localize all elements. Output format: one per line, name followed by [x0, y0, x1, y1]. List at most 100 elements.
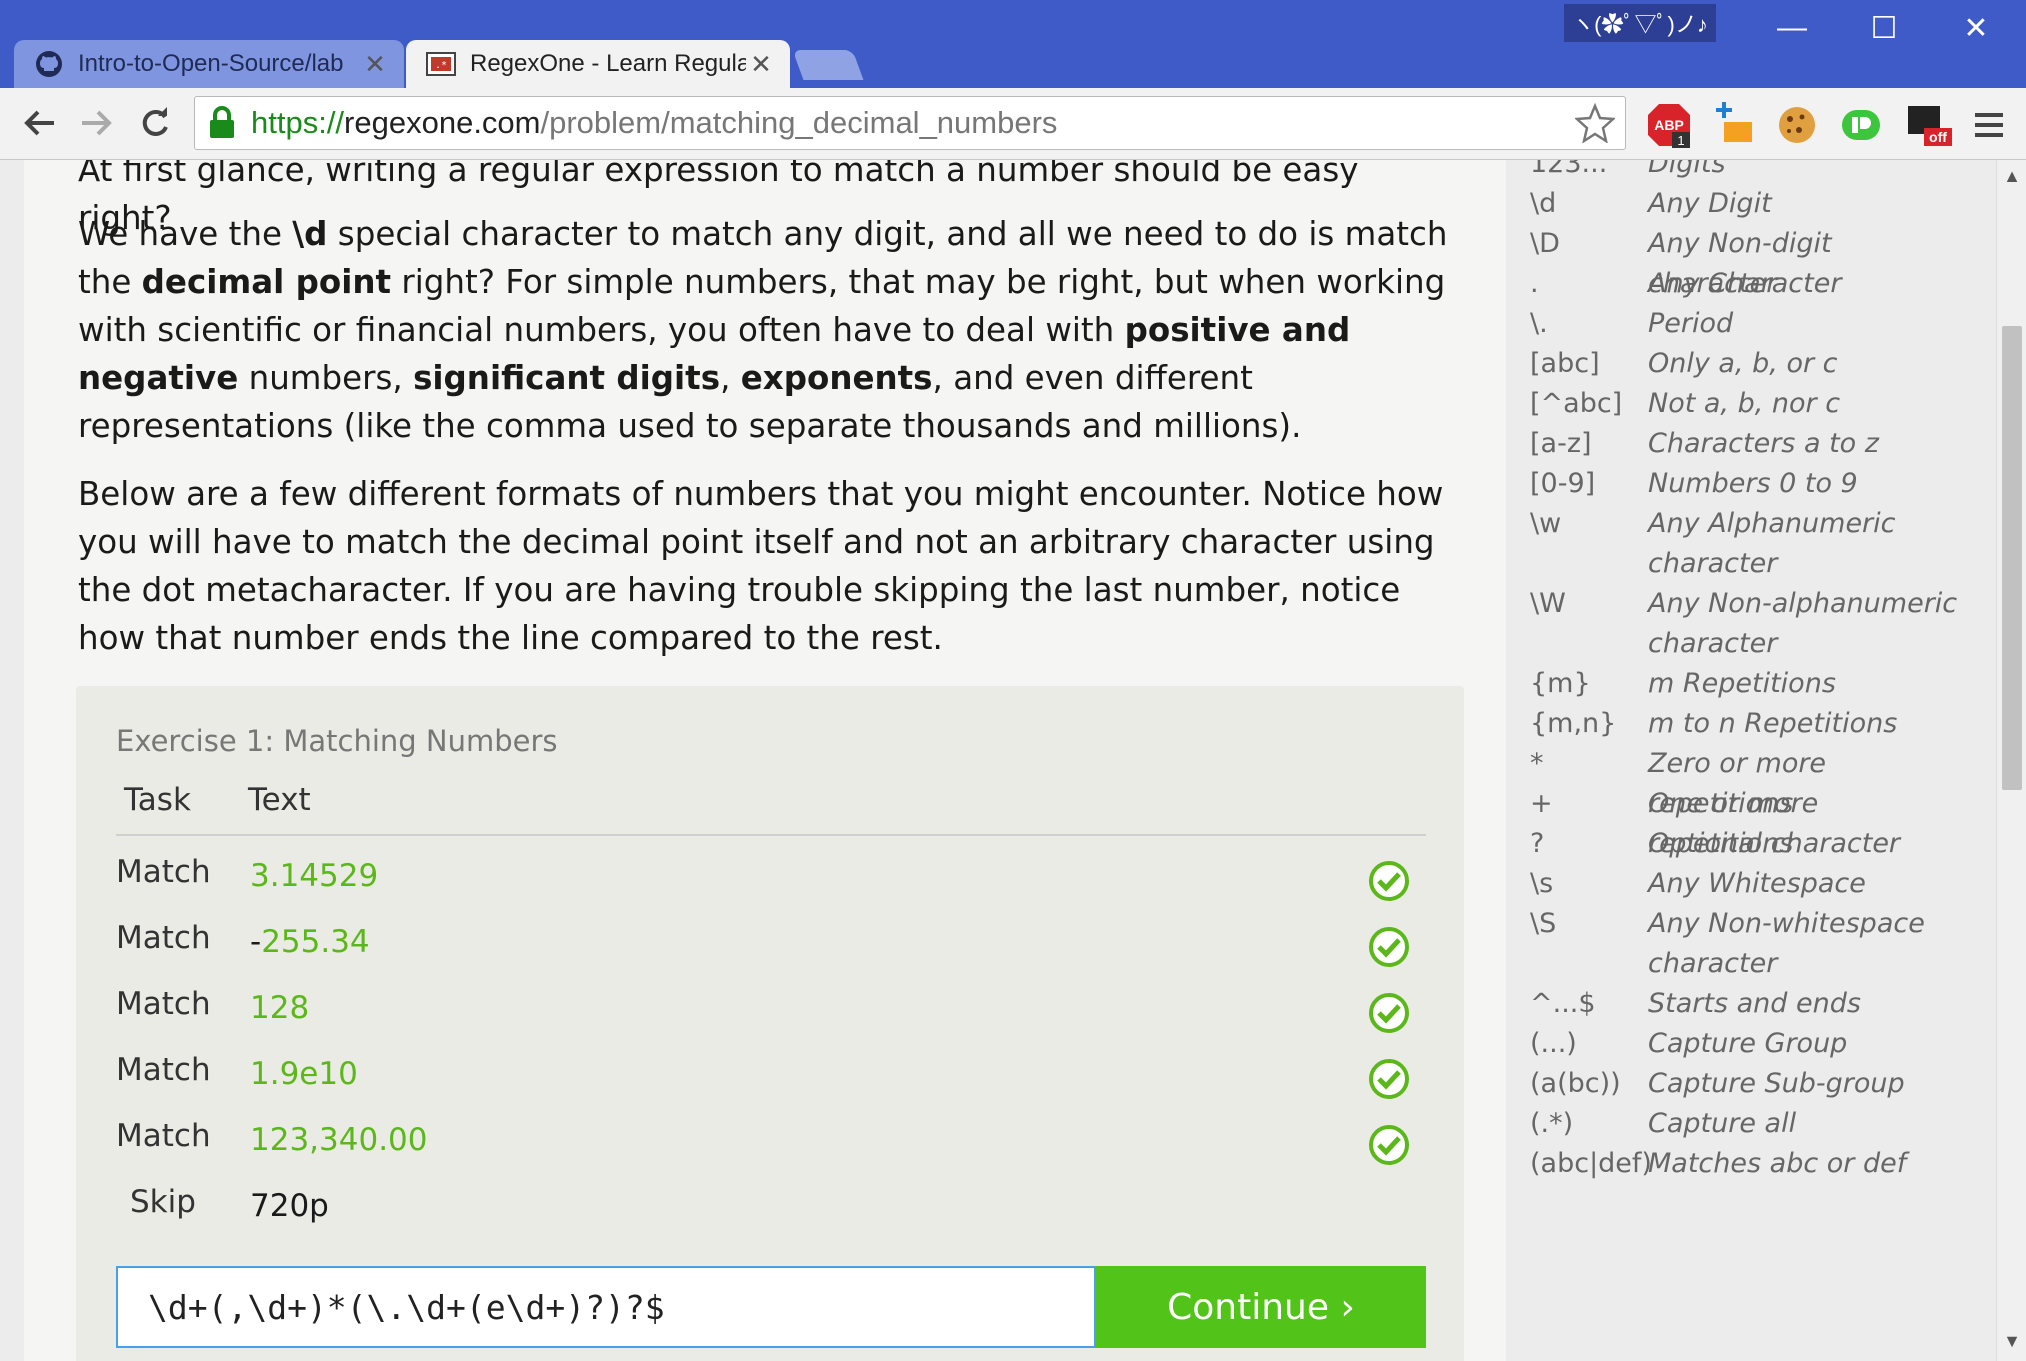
continue-button[interactable]: Continue ›: [1096, 1266, 1426, 1348]
cheatsheet-desc: Capture Sub-group: [1648, 1068, 1905, 1099]
tab-close-icon[interactable]: ✕: [360, 49, 390, 80]
window-titlebar: Intro-to-Open-Source/lab ✕ .* RegexOne -…: [0, 0, 2026, 88]
cheatsheet-desc: Starts and ends: [1648, 988, 1861, 1019]
row-text: 128: [250, 990, 310, 1026]
bookmark-extension-icon[interactable]: [1710, 102, 1756, 148]
cheatsheet-token: \D: [1530, 228, 1560, 259]
cheatsheet-desc: Digits: [1648, 160, 1726, 179]
chrome-menu-icon[interactable]: [1966, 102, 2012, 148]
cheatsheet-token: \.: [1530, 308, 1548, 339]
svg-text:.*: .*: [435, 60, 447, 71]
bookmark-star-icon[interactable]: [1575, 103, 1615, 143]
page-scrollbar[interactable]: ▲ ▼: [1996, 160, 2026, 1361]
tab-close-icon[interactable]: ✕: [746, 49, 776, 80]
cheatsheet-token: \s: [1530, 868, 1554, 899]
cheatsheet-desc: Any Non-alphanumeric character: [1648, 588, 1958, 659]
cheatsheet-token: [abc]: [1530, 348, 1600, 379]
back-icon[interactable]: [16, 100, 62, 146]
reload-icon[interactable]: [132, 100, 178, 146]
header-divider: [116, 834, 1426, 836]
cheatsheet-token: [a-z]: [1530, 428, 1592, 459]
cheatsheet-desc: Period: [1648, 308, 1734, 339]
row-task: Skip: [130, 1184, 196, 1220]
cheatsheet-desc: Any Whitespace: [1648, 868, 1866, 899]
pushbullet-icon[interactable]: [1838, 102, 1884, 148]
row-text: 1.9e10: [250, 1056, 358, 1092]
column-header-task: Task: [124, 782, 191, 818]
close-window-button[interactable]: ✕: [1946, 8, 2006, 48]
url-scheme: https://: [251, 105, 345, 140]
lock-icon: [210, 106, 234, 138]
row-text: 720p: [250, 1188, 329, 1224]
tab-github[interactable]: Intro-to-Open-Source/lab ✕: [14, 40, 404, 88]
check-icon: [1369, 1125, 1409, 1165]
cookie-icon[interactable]: [1774, 102, 1820, 148]
cheatsheet-desc: m to n Repetitions: [1648, 708, 1898, 739]
cheatsheet-desc: Not a, b, nor c: [1648, 388, 1841, 419]
scroll-down-arrow-icon[interactable]: ▼: [1997, 1331, 2026, 1355]
forward-icon[interactable]: [74, 100, 120, 146]
github-icon: [34, 49, 64, 79]
cheatsheet-desc: Numbers 0 to 9: [1648, 468, 1858, 499]
adblock-count: 1: [1677, 133, 1684, 148]
exercise-title: Exercise 1: Matching Numbers: [116, 724, 558, 758]
cheatsheet-desc: Optional character: [1648, 828, 1901, 859]
regex-input[interactable]: [116, 1266, 1096, 1348]
cheatsheet-desc: m Repetitions: [1648, 668, 1836, 699]
cheatsheet-token: [0-9]: [1530, 468, 1596, 499]
lesson-content: At first glance, writing a regular expre…: [24, 160, 1506, 1361]
cheatsheet-desc: Any Character: [1648, 268, 1842, 299]
cheatsheet-token: \S: [1530, 908, 1557, 939]
cheatsheet-desc: Characters a to z: [1648, 428, 1879, 459]
cheatsheet-token: *: [1530, 748, 1544, 779]
address-bar[interactable]: https://regexone.com/problem/matching_de…: [194, 96, 1626, 150]
scroll-up-arrow-icon[interactable]: ▲: [1997, 166, 2026, 190]
row-task: Match: [116, 920, 211, 956]
row-text: -255.34: [250, 924, 370, 960]
row-text: 3.14529: [250, 858, 379, 894]
adblock-plus-icon[interactable]: ABP 1: [1646, 102, 1692, 148]
cheatsheet-token: {m,n}: [1530, 708, 1617, 739]
browser-toolbar: https://regexone.com/problem/matching_de…: [0, 88, 2026, 160]
row-task: Match: [116, 1052, 211, 1088]
cheatsheet-desc: Capture Group: [1648, 1028, 1848, 1059]
regex-cheatsheet: 123... Digits \d Any Digit \D Any Non-digit…: [1506, 160, 1966, 1361]
page-viewport: At first glance, writing a regular expre…: [0, 160, 1996, 1361]
row-text: 123,340.00: [250, 1122, 428, 1158]
scrollbar-thumb[interactable]: [2002, 326, 2022, 790]
adblock-label: ABP: [1654, 117, 1684, 133]
row-task: Match: [116, 986, 211, 1022]
minimize-button[interactable]: —: [1762, 8, 1822, 48]
row-task: Match: [116, 854, 211, 890]
check-icon: [1369, 1059, 1409, 1099]
tab-title: RegexOne - Learn Regular: [470, 50, 746, 77]
profile-badge[interactable]: ヽ(✿ﾟ▽ﾟ)ノ♪: [1564, 4, 1716, 42]
cheatsheet-token: \W: [1530, 588, 1566, 619]
cheatsheet-desc: Only a, b, or c: [1648, 348, 1838, 379]
tab-regexone[interactable]: .* RegexOne - Learn Regular ✕: [406, 40, 790, 88]
maximize-button[interactable]: ☐: [1854, 8, 1914, 48]
instructions-paragraph: Below are a few different formats of num…: [78, 475, 1444, 657]
url-path: /problem/matching_decimal_numbers: [540, 105, 1058, 140]
cheatsheet-desc: Capture all: [1648, 1108, 1797, 1139]
cheatsheet-desc: Any Non-whitespace character: [1648, 908, 1925, 979]
check-icon: [1369, 861, 1409, 901]
cheatsheet-token: .: [1530, 268, 1539, 299]
new-tab-button[interactable]: [792, 50, 864, 80]
cheatsheet-token: (abc|def): [1530, 1148, 1652, 1179]
cheatsheet-token: \d: [1530, 188, 1557, 219]
tab-off-icon[interactable]: off: [1906, 102, 1952, 148]
tab-off-label: off: [1929, 129, 1947, 145]
cheatsheet-token: +: [1530, 788, 1553, 819]
cheatsheet-token: 123...: [1530, 160, 1608, 179]
cheatsheet-token: (...): [1530, 1028, 1577, 1059]
check-icon: [1369, 993, 1409, 1033]
cheatsheet-token: [^abc]: [1530, 388, 1623, 419]
url-host: regexone.com: [344, 105, 541, 140]
cheatsheet-token: {m}: [1530, 668, 1591, 699]
tab-title: Intro-to-Open-Source/lab: [78, 50, 344, 77]
check-icon: [1369, 927, 1409, 967]
description-paragraph: We have the \d special character to matc…: [78, 215, 1448, 445]
cheatsheet-token: (a(bc)): [1530, 1068, 1621, 1099]
regexone-icon: .*: [426, 49, 456, 79]
